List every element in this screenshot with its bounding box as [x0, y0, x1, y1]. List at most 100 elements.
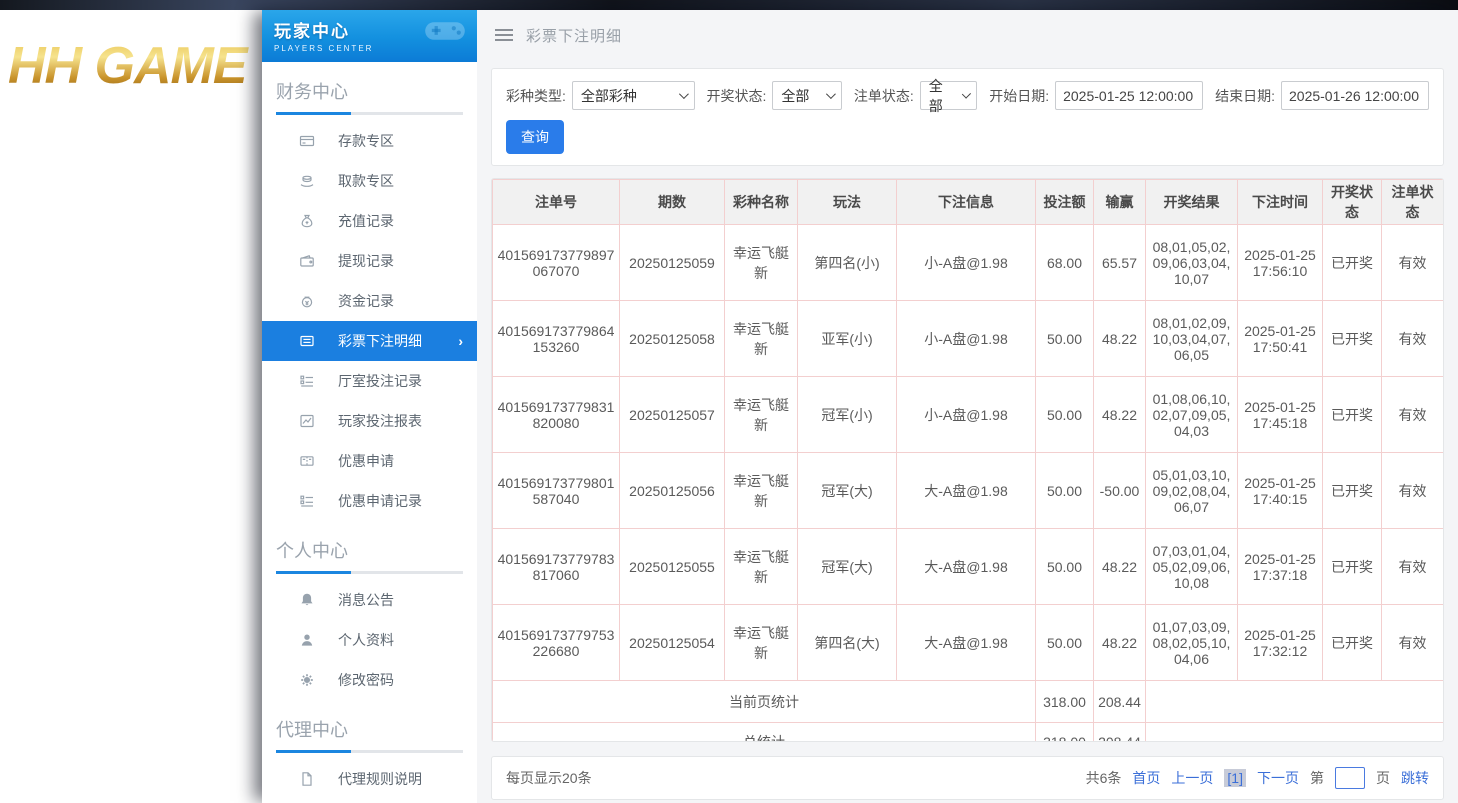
sidebar-item-promo-apply-records[interactable]: 优惠申请记录: [262, 481, 477, 521]
page-jump-input[interactable]: [1335, 767, 1365, 789]
sidebar-item-promo-apply[interactable]: 优惠申请: [262, 441, 477, 481]
sidebar-item-recharge-records[interactable]: 充值记录: [262, 201, 477, 241]
end-date-input[interactable]: [1281, 81, 1429, 110]
bet-details-table: 注单号 期数 彩种名称 玩法 下注信息 投注额 输赢 开奖结果 下注时间 开奖状…: [492, 179, 1444, 742]
bet-info-cell: 小-A盘@1.98: [897, 301, 1036, 377]
draw-result-cell: 08,01,02,09,10,03,04,07,06,05: [1146, 301, 1238, 377]
header-winloss: 输赢: [1094, 180, 1146, 225]
sidebar-item-label: 优惠申请记录: [338, 491, 422, 511]
section-underline: [276, 112, 463, 115]
lottery-name-cell: 幸运飞艇新: [725, 301, 798, 377]
hh-game-logo: HH GAME: [8, 36, 262, 96]
list-check-icon: [299, 373, 315, 389]
lottery-type-select[interactable]: 全部彩种: [572, 81, 695, 110]
bet-time-cell: 2025-01-25 17:40:15: [1238, 453, 1323, 529]
current-page-summary-label: 当前页统计: [493, 681, 1036, 723]
bet-info-cell: 大-A盘@1.98: [897, 605, 1036, 681]
grand-total-empty: [1146, 723, 1444, 743]
jump-link[interactable]: 跳转: [1401, 768, 1429, 788]
lottery-name-cell: 幸运飞艇新: [725, 529, 798, 605]
bet-details-table-panel: 注单号 期数 彩种名称 玩法 下注信息 投注额 输赢 开奖结果 下注时间 开奖状…: [491, 178, 1444, 742]
play-cell: 冠军(小): [798, 377, 897, 453]
sidebar-item-hall-bet-records[interactable]: 厅室投注记录: [262, 361, 477, 401]
sidebar-item-profile[interactable]: 个人资料: [262, 620, 477, 660]
sidebar-item-messages[interactable]: 消息公告: [262, 580, 477, 620]
bet-info-cell: 小-A盘@1.98: [897, 225, 1036, 301]
page-title: 彩票下注明细: [526, 25, 622, 46]
chevron-down-icon: [962, 90, 971, 99]
play-cell: 第四名(小): [798, 225, 897, 301]
top-dark-bar: [0, 0, 1458, 10]
chevron-down-icon: [826, 89, 836, 99]
sidebar-item-player-bet-report[interactable]: 玩家投注报表: [262, 401, 477, 441]
sidebar-item-label: 厅室投注记录: [338, 371, 422, 391]
play-cell: 冠军(大): [798, 529, 897, 605]
lottery-type-value: 全部彩种: [581, 86, 637, 106]
draw-status-cell: 已开奖: [1323, 225, 1382, 301]
first-page-link[interactable]: 首页: [1132, 768, 1160, 788]
grand-total-winloss: 208.44: [1094, 723, 1146, 743]
header-order-status: 注单状态: [1382, 180, 1444, 225]
bet-amount-cell: 50.00: [1036, 605, 1094, 681]
draw-result-cell: 08,01,05,02,09,06,03,04,10,07: [1146, 225, 1238, 301]
bet-time-cell: 2025-01-25 17:37:18: [1238, 529, 1323, 605]
lottery-name-cell: 幸运飞艇新: [725, 377, 798, 453]
bet-amount-cell: 50.00: [1036, 453, 1094, 529]
sidebar-item-withdrawal-records[interactable]: 提现记录: [262, 241, 477, 281]
order-status-select[interactable]: 全部: [920, 81, 977, 110]
coin-purse-icon: [299, 293, 315, 309]
table-row: 401569173779831820080 20250125057 幸运飞艇新 …: [493, 377, 1444, 453]
lottery-name-cell: 幸运飞艇新: [725, 225, 798, 301]
draw-status-select[interactable]: 全部: [772, 81, 841, 110]
sidebar-item-lottery-bet-details[interactable]: 彩票下注明细 ›: [262, 321, 477, 361]
sidebar-item-withdraw-zone[interactable]: 取款专区: [262, 161, 477, 201]
end-date-label: 结束日期:: [1215, 86, 1275, 106]
draw-result-cell: 07,03,01,04,05,02,09,06,10,08: [1146, 529, 1238, 605]
chevron-down-icon: [678, 89, 688, 99]
sidebar-item-deposit-zone[interactable]: 存款专区: [262, 121, 477, 161]
draw-status-value: 全部: [781, 86, 809, 106]
header-draw-result: 开奖结果: [1146, 180, 1238, 225]
bet-time-cell: 2025-01-25 17:45:18: [1238, 377, 1323, 453]
hamburger-menu-icon[interactable]: [495, 29, 513, 41]
winloss-cell: 65.57: [1094, 225, 1146, 301]
draw-result-cell: 05,01,03,10,09,02,08,04,06,07: [1146, 453, 1238, 529]
order-no-cell: 401569173779864153260: [493, 301, 620, 377]
order-no-cell: 401569173779801587040: [493, 453, 620, 529]
bet-time-cell: 2025-01-25 17:56:10: [1238, 225, 1323, 301]
lottery-name-cell: 幸运飞艇新: [725, 453, 798, 529]
header-bet-amount: 投注额: [1036, 180, 1094, 225]
prev-page-link[interactable]: 上一页: [1171, 768, 1213, 788]
bell-icon: [299, 592, 315, 608]
bet-time-cell: 2025-01-25 17:32:12: [1238, 605, 1323, 681]
winloss-cell: -50.00: [1094, 453, 1146, 529]
order-no-cell: 401569173779783817060: [493, 529, 620, 605]
header-bet-info: 下注信息: [897, 180, 1036, 225]
draw-result-cell: 01,07,03,09,08,02,05,10,04,06: [1146, 605, 1238, 681]
header-bet-time: 下注时间: [1238, 180, 1323, 225]
bet-time-cell: 2025-01-25 17:50:41: [1238, 301, 1323, 377]
sidebar: 玩家中心 PLAYERS CENTER 财务中心 存款专区 取款专区 充值记录 …: [262, 10, 477, 803]
main-content: 彩票下注明细 彩种类型: 全部彩种 开奖状态: 全部 注单状态: 全部: [477, 10, 1458, 803]
person-icon: [299, 632, 315, 648]
start-date-input[interactable]: [1055, 81, 1203, 110]
current-page-winloss-total: 208.44: [1094, 681, 1146, 723]
sidebar-item-label: 修改密码: [338, 670, 394, 690]
sidebar-item-change-password[interactable]: 修改密码: [262, 660, 477, 700]
table-row: 401569173779753226680 20250125054 幸运飞艇新 …: [493, 605, 1444, 681]
sidebar-item-funds-records[interactable]: 资金记录: [262, 281, 477, 321]
period-cell: 20250125055: [620, 529, 725, 605]
next-page-link[interactable]: 下一页: [1257, 768, 1299, 788]
bet-amount-cell: 68.00: [1036, 225, 1094, 301]
bet-list-icon: [299, 333, 315, 349]
order-no-cell: 401569173779753226680: [493, 605, 620, 681]
sidebar-item-agent-rules[interactable]: 代理规则说明: [262, 759, 477, 799]
winloss-cell: 48.22: [1094, 529, 1146, 605]
header-period: 期数: [620, 180, 725, 225]
period-cell: 20250125056: [620, 453, 725, 529]
sidebar-item-agent-team-stats[interactable]: 代理团队统计: [262, 799, 477, 803]
order-no-cell: 401569173779897067070: [493, 225, 620, 301]
query-button[interactable]: 查询: [506, 120, 564, 154]
bet-amount-cell: 50.00: [1036, 529, 1094, 605]
order-status-cell: 有效: [1382, 377, 1444, 453]
